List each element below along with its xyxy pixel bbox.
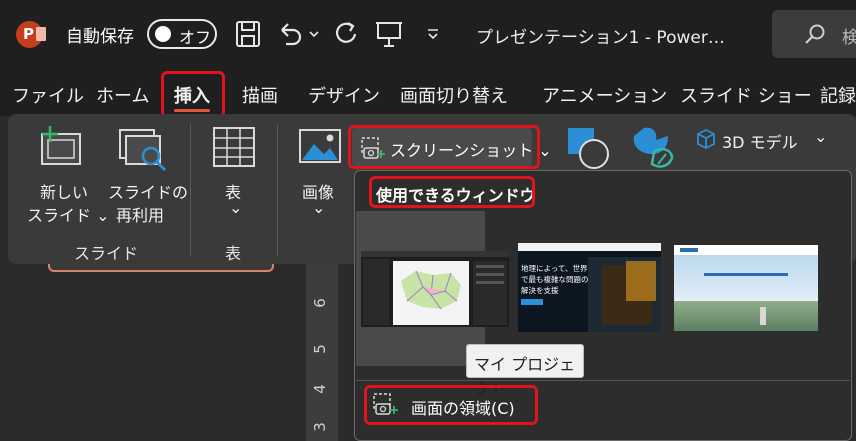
ruler-number: 6 — [310, 298, 329, 308]
ruler-number: 4 — [310, 384, 329, 394]
table-group-label: 表 — [225, 244, 242, 263]
icons-icon[interactable] — [628, 124, 676, 172]
3d-model-chevron-icon[interactable]: ⌄ — [814, 127, 827, 146]
table-chevron-icon[interactable]: ⌄ — [229, 198, 242, 217]
3d-model-icon[interactable] — [696, 128, 716, 150]
customize-qat-icon[interactable] — [426, 18, 440, 50]
tab-record[interactable]: 記録 — [820, 82, 856, 108]
available-windows-heading: 使用できるウィンドウ — [376, 186, 536, 205]
group-divider — [190, 124, 191, 256]
group-divider — [277, 124, 278, 256]
powerpoint-logo-icon: P — [16, 21, 46, 48]
thumbnail-2-text-3: 解決を支援 — [521, 286, 559, 295]
autosave-state: オフ — [179, 28, 212, 47]
screen-clipping-icon — [373, 393, 398, 415]
reuse-slides-label-2: 再利用 — [116, 206, 165, 225]
image-icon[interactable] — [298, 128, 342, 164]
tab-file[interactable]: ファイル — [12, 82, 84, 108]
tab-animations[interactable]: アニメーション — [542, 82, 667, 108]
tab-insert[interactable]: 挿入 — [174, 82, 210, 108]
window-thumbnail-1[interactable] — [361, 251, 509, 327]
image-chevron-icon[interactable]: ⌄ — [312, 198, 325, 217]
search-text: 検 — [842, 28, 856, 48]
new-slide-label-1: 新しい — [40, 183, 89, 202]
autosave-toggle[interactable]: オフ — [147, 19, 217, 49]
thumbnail-2-text-2: で最も複雑な問題の — [521, 275, 589, 284]
present-icon[interactable] — [374, 18, 404, 50]
shapes-icon[interactable] — [566, 126, 612, 170]
tab-slideshow[interactable]: スライド ショー — [680, 82, 812, 108]
window-tooltip: マイ プロジェクト — [466, 344, 584, 398]
search-icon — [805, 24, 825, 44]
slides-group-label: スライド — [74, 244, 139, 263]
tab-draw[interactable]: 描画 — [242, 82, 278, 108]
tab-design[interactable]: デザイン — [308, 82, 380, 108]
thumbnail-2-text-1: 地理によって、世界 — [521, 264, 588, 273]
dropdown-separator — [356, 380, 850, 381]
new-slide-label-2[interactable]: スライド ⌄ — [27, 202, 110, 226]
screenshot-label: スクリーンショット ⌄ — [390, 141, 552, 160]
reuse-slides-icon[interactable] — [118, 126, 168, 172]
screenshot-button[interactable]: スクリーンショット ⌄ — [352, 128, 552, 166]
tab-transitions[interactable]: 画面切り替え — [400, 82, 508, 108]
ribbon-tabs: ファイル ホーム 挿入 描画 デザイン 画面切り替え アニメーション スライド … — [0, 68, 856, 116]
undo-chevron-icon[interactable] — [308, 18, 320, 50]
search-box[interactable]: 検 — [772, 10, 856, 58]
window-thumbnail-2[interactable]: 地理によって、世界 で最も複雑な問題の 解決を支援 — [518, 243, 661, 332]
tab-home[interactable]: ホーム — [96, 82, 149, 108]
save-icon[interactable] — [234, 18, 262, 50]
3d-model-label[interactable]: 3D モデル — [722, 129, 798, 153]
autosave-label: 自動保存 — [66, 27, 134, 47]
document-title: プレゼンテーション1 - Power… — [476, 28, 725, 48]
ruler-number: 5 — [310, 344, 329, 354]
new-slide-icon[interactable] — [38, 124, 84, 168]
table-icon[interactable] — [212, 126, 256, 168]
reuse-slides-label-1: スライドの — [108, 183, 189, 202]
title-bar: P 自動保存 オフ プレゼンテーション1 - Power… 検 — [0, 0, 856, 68]
toggle-knob — [155, 26, 171, 42]
vertical-ruler: 6 5 4 3 — [306, 262, 338, 441]
screenshot-icon — [361, 137, 385, 159]
redo-icon[interactable] — [332, 18, 360, 50]
active-tab-indicator — [174, 109, 210, 112]
ruler-number: 3 — [310, 422, 329, 432]
screen-clipping-label: 画面の領域(C) — [411, 399, 515, 418]
window-thumbnail-3[interactable] — [674, 245, 818, 331]
undo-icon[interactable] — [276, 18, 304, 50]
